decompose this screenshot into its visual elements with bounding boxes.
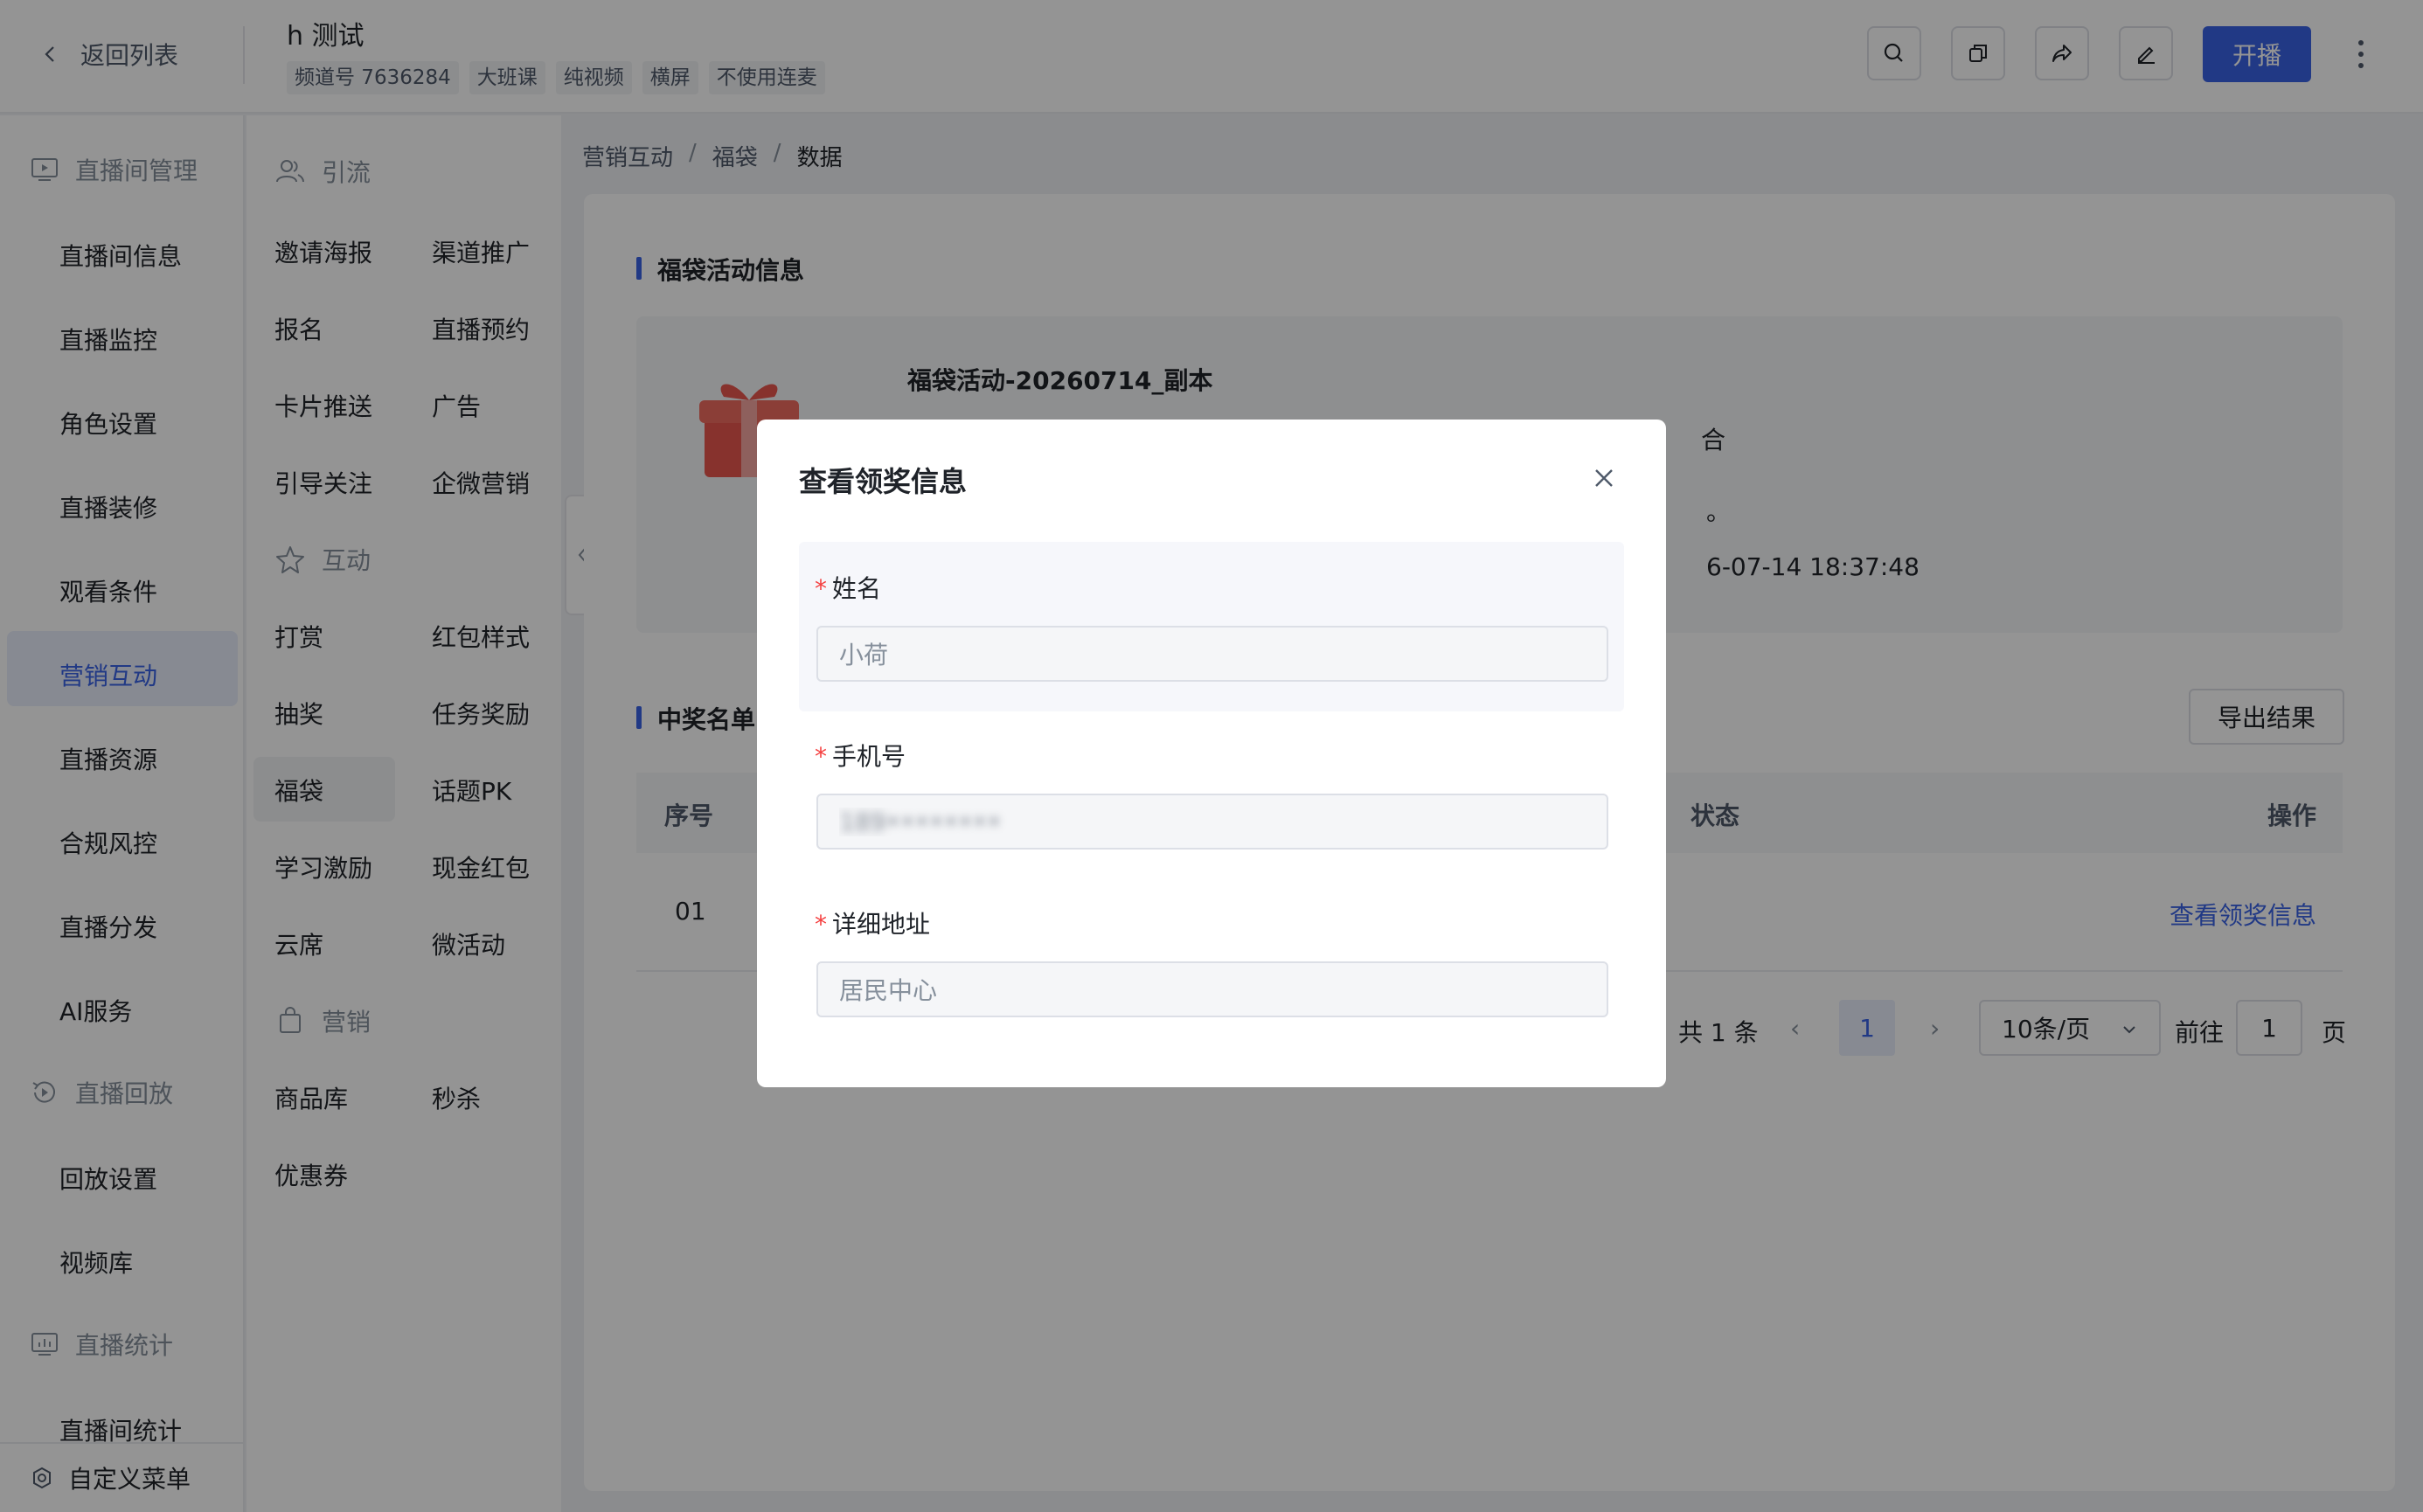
name-field-label: * 姓名 (815, 570, 881, 605)
required-mark: * (815, 910, 827, 939)
phone-label-text: 手机号 (832, 742, 906, 771)
address-field[interactable] (816, 961, 1608, 1017)
dialog-title: 查看领奖信息 (799, 465, 968, 498)
required-mark: * (815, 574, 827, 603)
prize-info-dialog: 查看领奖信息 *姓名 *手机号 *详细地址 (757, 420, 1666, 1087)
address-label-text: 详细地址 (832, 910, 931, 939)
phone-field-label: * 手机号 (815, 738, 906, 773)
close-icon (1595, 469, 1613, 487)
dialog-close-button[interactable] (1589, 463, 1619, 493)
phone-field[interactable] (816, 794, 1608, 850)
name-field[interactable] (816, 626, 1608, 682)
required-mark: * (815, 742, 827, 771)
name-label-text: 姓名 (832, 574, 882, 603)
address-field-label: * 详细地址 (815, 905, 930, 940)
